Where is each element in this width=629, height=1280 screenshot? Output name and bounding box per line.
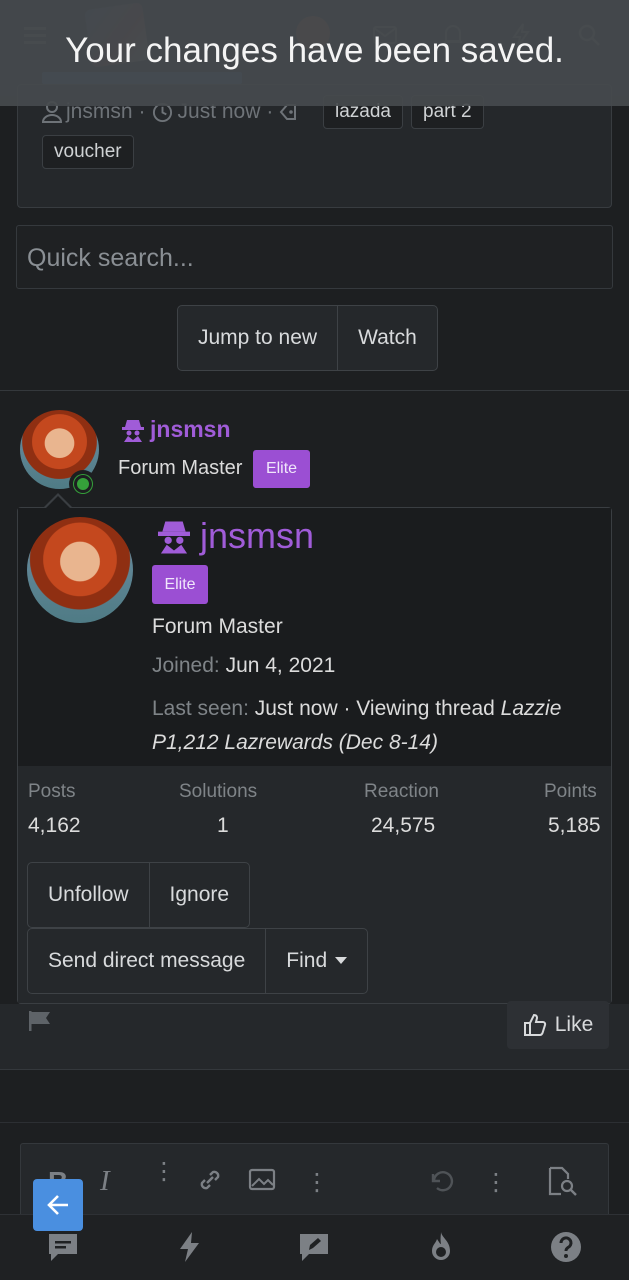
like-button[interactable]: Like — [507, 1001, 609, 1049]
find-dropdown-button[interactable]: Find — [266, 929, 367, 993]
more-vertical-icon[interactable]: ⋮ — [305, 1168, 329, 1197]
watch-button[interactable]: Watch — [338, 306, 437, 370]
editor-divider — [0, 1122, 629, 1123]
back-arrow-button[interactable] — [33, 1179, 83, 1231]
link-icon[interactable] — [196, 1166, 224, 1194]
stat-label-posts: Posts — [28, 781, 76, 802]
report-flag-icon[interactable] — [28, 1010, 52, 1032]
saved-toast[interactable]: Your changes have been saved. — [0, 0, 629, 106]
unfollow-button[interactable]: Unfollow — [28, 863, 150, 927]
footer-divider — [0, 1069, 629, 1070]
member-card-elite-badge: Elite — [152, 565, 208, 604]
preview-icon[interactable] — [546, 1166, 578, 1196]
follow-actions-group: Unfollow Ignore — [27, 862, 251, 928]
toast-message: Your changes have been saved. — [65, 31, 564, 70]
member-card-title: Forum Master — [152, 615, 283, 638]
member-card-last-seen: Last seen: Just now · Viewing thread Laz… — [152, 692, 600, 760]
stat-value-solutions[interactable]: 1 — [217, 814, 229, 838]
stat-label-solutions: Solutions — [179, 781, 258, 802]
help-icon[interactable] — [549, 1230, 583, 1264]
elite-badge: Elite — [253, 450, 310, 488]
member-card-username-row: jnsmsn — [158, 515, 314, 557]
thumbs-up-icon — [523, 1013, 547, 1037]
find-label: Find — [286, 949, 328, 972]
tooltip-arrow-inner — [46, 496, 70, 508]
stat-value-posts[interactable]: 4,162 — [28, 814, 81, 838]
contact-actions-group: Send direct message Find — [27, 928, 369, 994]
forums-nav-icon[interactable] — [46, 1230, 80, 1264]
thread-action-group: Jump to new Watch — [177, 305, 438, 371]
more-vertical-icon[interactable]: ⋮ — [484, 1168, 508, 1197]
ignore-button[interactable]: Ignore — [150, 863, 250, 927]
post-author-username-row: jnsmsn — [122, 416, 231, 443]
last-seen-value: Just now · Viewing thread — [254, 697, 495, 720]
quick-search-input[interactable]: Quick search... — [16, 225, 613, 289]
member-card-avatar[interactable] — [27, 517, 133, 623]
italic-icon[interactable]: I — [100, 1165, 110, 1198]
stat-label-points: Points — [544, 781, 597, 802]
spy-icon — [122, 418, 144, 442]
post-author-username[interactable]: jnsmsn — [150, 416, 231, 443]
member-card-joined: Joined: Jun 4, 2021 — [152, 654, 335, 678]
send-direct-message-button[interactable]: Send direct message — [28, 929, 267, 993]
post-author-title: Forum Master — [118, 457, 243, 479]
stat-value-reaction[interactable]: 24,575 — [371, 814, 435, 838]
arrow-left-icon — [46, 1194, 70, 1216]
member-card-username[interactable]: jnsmsn — [200, 515, 314, 557]
caret-down-icon — [335, 957, 348, 965]
tag-voucher[interactable]: voucher — [42, 135, 134, 169]
online-status-icon — [69, 470, 97, 498]
stat-value-points[interactable]: 5,185 — [548, 814, 601, 838]
undo-icon[interactable] — [428, 1167, 456, 1195]
jump-to-new-button[interactable]: Jump to new — [178, 306, 339, 370]
trending-fire-icon[interactable] — [424, 1230, 458, 1264]
like-label: Like — [554, 1013, 594, 1036]
last-seen-label: Last seen: — [152, 697, 249, 720]
new-post-icon[interactable] — [297, 1230, 331, 1264]
joined-label: Joined: — [152, 654, 220, 677]
spy-icon — [158, 518, 190, 554]
joined-value: Jun 4, 2021 — [225, 654, 336, 677]
image-icon[interactable] — [248, 1167, 276, 1193]
stat-label-reaction: Reaction — [364, 781, 439, 802]
section-divider — [0, 390, 629, 391]
more-vertical-icon[interactable]: ⋮ — [152, 1160, 176, 1184]
whats-new-bolt-icon[interactable] — [172, 1230, 206, 1264]
